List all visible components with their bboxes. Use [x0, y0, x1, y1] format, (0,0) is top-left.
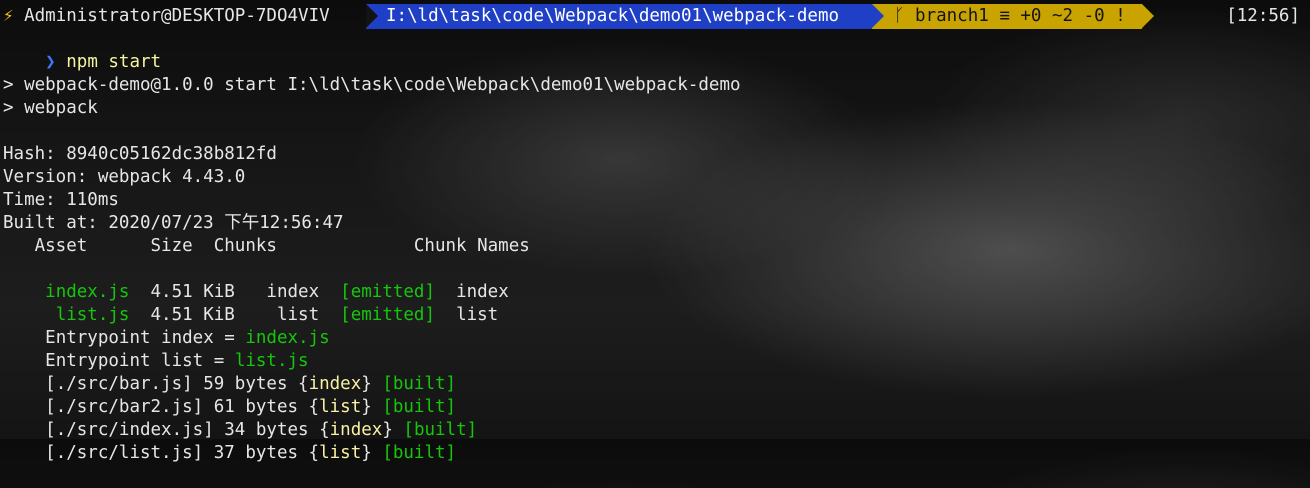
user-host: Administrator@DESKTOP-7DO4VIV [24, 6, 330, 26]
built-badge: [built] [382, 443, 457, 463]
powerline-separator-blue [872, 4, 884, 28]
module-line: [./src/bar2.js] 61 bytes {list} [built] [3, 373, 456, 417]
module-line: [./src/index.js] 34 bytes {index} [built… [3, 396, 477, 440]
asset-chunk-names: list [435, 305, 499, 325]
lightning-icon: ⚡ [3, 6, 14, 26]
prompt-time: [12:56] [1226, 6, 1300, 26]
module-close: } [361, 443, 383, 463]
entrypoint-line: Entrypoint index = index.js [3, 304, 329, 348]
prompt-bar: ⚡ Administrator@DESKTOP-7DO4VIV I:\ld\ta… [0, 4, 1310, 29]
build-time: Time: 110ms [3, 190, 119, 210]
build-version: Version: webpack 4.43.0 [3, 167, 246, 187]
build-hash: Hash: 8940c05162dc38b812fd [3, 144, 277, 164]
terminal-window[interactable]: ⚡ Administrator@DESKTOP-7DO4VIV I:\ld\ta… [0, 0, 1310, 463]
build-built-at: Built at: 2020/07/23 下午12:56:47 [3, 213, 344, 233]
command-text: npm start [66, 52, 162, 72]
module-chunk: list [319, 443, 362, 463]
emitted-badge: [emitted] [340, 305, 435, 325]
asset-table-header: Asset Size Chunks Chunk Names [3, 236, 530, 256]
npm-output-line-1: > webpack-demo@1.0.0 start I:\ld\task\co… [3, 75, 741, 95]
asset-row: list.js 4.51 KiB list [emitted] list [3, 281, 499, 325]
npm-output-line-2: > webpack [3, 98, 98, 118]
entrypoint-line: Entrypoint list = list.js [3, 327, 308, 371]
prompt-git-segment: ᚴ branch1 ≡ +0 ~2 -0 ! [872, 4, 1142, 29]
prompt-user-segment: ⚡ Administrator@DESKTOP-7DO4VIV [3, 4, 330, 29]
chevron-right-icon: ❯ [45, 52, 56, 72]
powerline-separator-yellow [1142, 4, 1154, 28]
command-line[interactable]: ❯ npm start [3, 28, 161, 72]
powerline-separator [366, 4, 378, 28]
module-path: [./src/list.js] 37 bytes { [45, 443, 320, 463]
asset-row: index.js 4.51 KiB index [emitted] index [3, 258, 509, 302]
module-line: [./src/bar.js] 59 bytes {index} [built] [3, 350, 456, 394]
prompt-path-segment: I:\ld\task\code\Webpack\demo01\webpack-d… [366, 4, 872, 29]
